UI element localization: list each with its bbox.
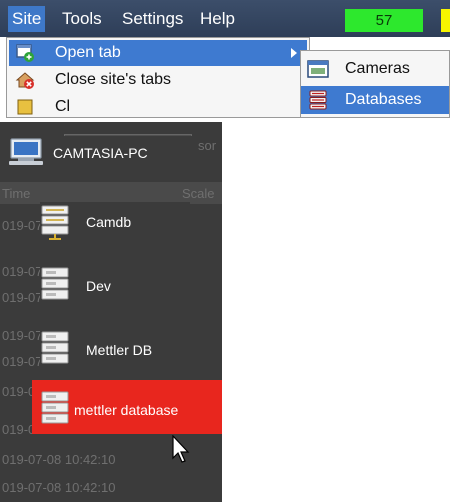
status-counter-yellow: 0 <box>441 9 450 32</box>
site-menu-crop: Site Tools Settings Help 57 0 Open tab <box>0 0 450 118</box>
database-server-icon <box>41 391 69 424</box>
tree-db-mettler-database[interactable]: mettler database <box>40 388 220 428</box>
tree-db-label: mettler database <box>74 402 179 418</box>
menu-item-close-site-tabs[interactable]: Close site's tabs <box>9 67 307 93</box>
tree-db-mettler-db[interactable]: Mettler DB <box>40 328 190 368</box>
menu-item-partial[interactable]: Cl <box>9 94 307 118</box>
submenu-item-cameras-label: Cameras <box>345 60 410 77</box>
tree-db-label: Mettler DB <box>86 342 153 358</box>
background-col-scale: Scale <box>182 186 215 201</box>
open-tab-submenu: Cameras Databases <box>300 50 450 118</box>
site-dropdown-menu: Open tab Close site's tabs Cl <box>6 37 310 118</box>
database-server-icon <box>41 331 69 364</box>
cameras-icon <box>307 60 329 78</box>
partial-item-icon <box>17 99 33 115</box>
submenu-item-databases-label: Databases <box>345 91 422 108</box>
tree-db-label: Dev <box>86 278 111 294</box>
menu-item-partial-label: Cl <box>55 98 71 115</box>
computer-icon <box>9 138 43 165</box>
database-server-icon <box>41 267 69 300</box>
tree-db-camdb[interactable]: Camdb <box>40 202 190 242</box>
background-col-time: Time <box>2 186 31 201</box>
menu-bar: Site Tools Settings Help 57 0 <box>0 0 450 37</box>
database-server-icon <box>41 205 69 240</box>
databases-icon <box>309 90 327 110</box>
menu-item-close-site-tabs-label: Close site's tabs <box>55 71 171 88</box>
tree-site-label: CAMTASIA-PC <box>53 145 148 161</box>
submenu-item-databases[interactable]: Databases <box>301 86 449 114</box>
open-tab-icon <box>16 44 34 62</box>
menu-settings[interactable]: Settings <box>118 6 187 32</box>
background-row: 019-07-08 10:42:10 <box>2 480 116 495</box>
tree-db-label: Camdb <box>86 214 132 230</box>
tree-site-node[interactable]: CAMTASIA-PC <box>8 136 198 168</box>
submenu-arrow-icon <box>291 48 297 58</box>
database-tree-panel: ocals sor Time Scale 019-07-08 10:41:05 … <box>0 122 222 502</box>
background-row: 019-07-08 10:42:10 <box>2 452 116 467</box>
background-combo-text-right: sor <box>198 138 217 153</box>
menu-site[interactable]: Site <box>8 6 46 32</box>
submenu-item-cameras[interactable]: Cameras <box>301 55 449 83</box>
menu-item-open-tab-label: Open tab <box>55 44 121 61</box>
mouse-cursor-icon <box>172 435 190 463</box>
close-site-tabs-icon <box>15 72 35 89</box>
menu-tools[interactable]: Tools <box>58 6 106 32</box>
status-counter-green: 57 <box>345 9 423 32</box>
menu-item-open-tab[interactable]: Open tab <box>9 40 307 66</box>
menu-help[interactable]: Help <box>196 6 239 32</box>
tree-db-dev[interactable]: Dev <box>40 264 190 304</box>
